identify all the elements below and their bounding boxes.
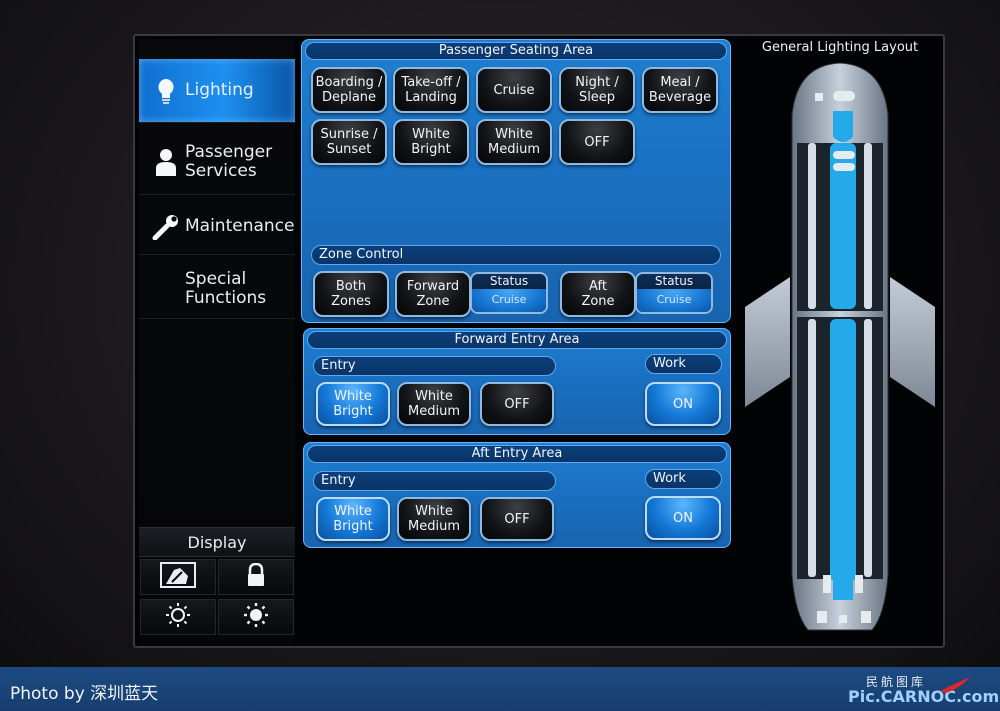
scene-cruise-button[interactable]: Cruise [476,67,552,113]
both-zones-button[interactable]: Both Zones [313,271,389,317]
aircraft-layout-diagram [745,62,935,631]
button-label: Sunrise / Sunset [320,127,378,157]
entry-white-medium-button[interactable]: White Medium [397,382,471,426]
button-label: OFF [584,134,610,150]
lock-icon [246,562,266,591]
forward-zone-button[interactable]: Forward Zone [395,271,471,317]
panel-title: Aft Entry Area [307,445,727,463]
button-label: Aft Zone [581,279,615,309]
entry-off-button[interactable]: OFF [480,497,554,541]
entry-white-bright-button[interactable]: White Bright [316,382,390,426]
sidebar-item-passenger-services[interactable]: Passenger Services [139,129,295,195]
brightness-down-button[interactable] [140,599,216,635]
photo-frame: Lighting Passenger Services Maintenance … [0,0,1000,711]
wrench-icon [151,214,181,240]
watermark-brand: Pic.CARNOC.com [848,687,1000,706]
button-label: ON [673,396,693,412]
status-label: Status [637,274,711,289]
button-label: Take-off / Landing [401,75,461,105]
display-section-title: Display [139,527,295,557]
zone-control-title: Zone Control [311,245,721,265]
panel-title: Passenger Seating Area [305,42,727,60]
scene-white-bright-button[interactable]: White Bright [393,119,469,165]
button-label: White Bright [333,504,373,534]
button-label: White Medium [408,389,460,419]
brightness-up-button[interactable] [218,599,294,635]
aft-zone-status: Status Cruise [635,272,713,314]
sidebar: Lighting Passenger Services Maintenance … [139,39,295,645]
button-label: Cruise [493,82,535,98]
status-label: Status [472,274,546,289]
panel-title: Forward Entry Area [307,331,727,349]
scene-meal-button[interactable]: Meal / Beverage [642,67,718,113]
entry-off-button[interactable]: OFF [480,382,554,426]
scene-night-button[interactable]: Night / Sleep [559,67,635,113]
entry-section-title: Entry [313,356,556,376]
work-on-button[interactable]: ON [645,496,721,540]
lighting-layout-pane: General Lighting Layout [737,39,943,645]
lightbulb-icon [151,78,181,104]
entry-section-title: Entry [313,471,556,491]
button-label: White Medium [488,127,540,157]
brightness-down-icon [165,602,191,632]
status-value: Cruise [472,289,546,312]
sidebar-item-label: Maintenance [185,216,295,236]
sidebar-item-maintenance[interactable]: Maintenance [139,199,295,255]
button-label: Boarding / Deplane [315,75,383,105]
button-label: White Bright [333,389,373,419]
photo-credit-bar: Photo by 深圳蓝天 民航图库 Pic.CARNOC.com [0,667,1000,711]
sidebar-item-special-functions[interactable]: Special Functions [139,259,295,319]
button-label: ON [673,510,693,526]
plane-logo-icon [938,675,972,699]
sidebar-item-label: Passenger Services [185,141,275,181]
button-label: Forward Zone [406,279,460,309]
entry-white-medium-button[interactable]: White Medium [397,497,471,541]
right-wing [890,277,935,407]
work-section-title: Work [645,469,722,489]
button-label: OFF [504,511,530,527]
layout-title: General Lighting Layout [761,40,919,55]
scene-boarding-button[interactable]: Boarding / Deplane [311,67,387,113]
button-label: OFF [504,396,530,412]
brightness-up-icon [243,602,269,632]
sidebar-item-lighting[interactable]: Lighting [139,59,295,123]
forward-entry-panel: Forward Entry Area Entry Work White Brig… [303,328,731,435]
status-value: Cruise [637,289,711,312]
aft-entry-panel: Aft Entry Area Entry Work White Bright W… [303,442,731,548]
lock-button[interactable] [218,559,294,595]
person-icon [151,148,181,176]
button-label: White Medium [408,504,460,534]
sidebar-item-label: Special Functions [185,268,267,308]
button-label: Night / Sleep [575,75,619,105]
clean-screen-icon [160,562,196,592]
left-wing [745,277,790,407]
clean-screen-button[interactable] [140,559,216,595]
work-on-button[interactable]: ON [645,382,721,426]
entry-white-bright-button[interactable]: White Bright [316,497,390,541]
button-label: White Bright [411,127,451,157]
passenger-seating-panel: Passenger Seating Area Boarding / Deplan… [301,39,731,323]
button-label: Both Zones [331,279,371,309]
aft-zone-button[interactable]: Aft Zone [560,271,636,317]
photo-credit: Photo by 深圳蓝天 [10,684,159,704]
scene-white-medium-button[interactable]: White Medium [476,119,552,165]
button-label: Meal / Beverage [648,75,712,105]
scene-takeoff-button[interactable]: Take-off / Landing [393,67,469,113]
scene-off-button[interactable]: OFF [559,119,635,165]
work-section-title: Work [645,354,722,374]
forward-zone-status: Status Cruise [470,272,548,314]
sidebar-item-label: Lighting [185,80,254,100]
sidebar-item-label-text: Passenger Services [185,141,273,181]
scene-sunrise-button[interactable]: Sunrise / Sunset [311,119,387,165]
